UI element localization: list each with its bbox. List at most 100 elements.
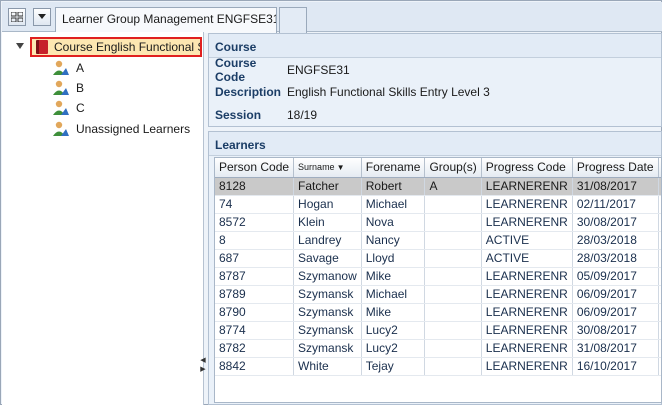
table-cell[interactable]: 06/09/2017 — [572, 303, 659, 322]
table-cell[interactable] — [424, 213, 482, 232]
column-header-groups[interactable]: Group(s) — [424, 158, 482, 178]
tree-item-group-c[interactable]: C — [52, 98, 85, 118]
table-cell[interactable] — [424, 303, 482, 322]
table-cell[interactable]: White — [293, 357, 362, 376]
table-cell[interactable]: Mike — [361, 303, 426, 322]
table-cell[interactable]: Savage — [293, 249, 362, 268]
table-cell[interactable]: Michael — [361, 195, 426, 214]
table-cell[interactable]: Lloyd — [361, 249, 426, 268]
table-cell[interactable]: 8787 — [215, 267, 295, 286]
column-header-person-code[interactable]: Person Code — [215, 158, 295, 178]
table-cell[interactable]: Robert — [361, 177, 426, 196]
table-cell[interactable]: 30/08/2017 — [572, 213, 659, 232]
table-cell[interactable]: 28/03/2018 — [572, 249, 659, 268]
table-cell-filler — [658, 339, 661, 358]
table-cell[interactable]: 06/09/2017 — [572, 285, 659, 304]
tab-empty[interactable] — [279, 7, 307, 33]
table-cell[interactable]: 31/08/2017 — [572, 339, 659, 358]
table-cell[interactable]: 8774 — [215, 321, 295, 340]
column-header-progress-date[interactable]: Progress Date — [572, 158, 659, 178]
table-cell-filler — [658, 357, 661, 376]
column-header-forename[interactable]: Forename — [361, 158, 426, 178]
table-cell[interactable]: Szymansk — [293, 321, 362, 340]
table-cell[interactable]: ACTIVE — [481, 249, 573, 268]
table-row[interactable]: 8782 Szymansk Lucy2 LEARNERENR 31/08/2017 — [215, 339, 661, 358]
table-cell[interactable]: Lucy2 — [361, 321, 426, 340]
table-row[interactable]: 8842 White Tejay LEARNERENR 16/10/2017 — [215, 357, 661, 376]
table-cell[interactable]: 05/09/2017 — [572, 267, 659, 286]
table-cell[interactable]: LEARNERENR — [481, 303, 573, 322]
table-row[interactable]: 8789 Szymansk Michael LEARNERENR 06/09/2017 — [215, 285, 661, 304]
table-cell[interactable]: LEARNERENR — [481, 339, 573, 358]
table-cell[interactable] — [424, 195, 482, 214]
table-row[interactable]: 8 Landrey Nancy ACTIVE 28/03/2018 — [215, 231, 661, 250]
table-cell[interactable]: LEARNERENR — [481, 321, 573, 340]
table-cell[interactable]: 31/08/2017 — [572, 177, 659, 196]
column-header-surname[interactable]: Surname ▼ — [293, 158, 362, 178]
table-cell[interactable] — [424, 267, 482, 286]
table-cell[interactable]: Mike — [361, 267, 426, 286]
table-cell[interactable]: Fatcher — [293, 177, 362, 196]
table-cell[interactable]: 687 — [215, 249, 295, 268]
table-cell[interactable]: Michael — [361, 285, 426, 304]
column-header-progress-code[interactable]: Progress Code — [481, 158, 573, 178]
table-cell[interactable]: Nancy — [361, 231, 426, 250]
table-cell[interactable]: A — [424, 177, 482, 196]
table-cell[interactable]: 74 — [215, 195, 295, 214]
table-row[interactable]: 8787 Szymanow Mike LEARNERENR 05/09/2017 — [215, 267, 661, 286]
table-cell[interactable]: Klein — [293, 213, 362, 232]
table-cell[interactable]: 8790 — [215, 303, 295, 322]
table-row[interactable]: 8572 Klein Nova LEARNERENR 30/08/2017 — [215, 213, 661, 232]
table-cell[interactable]: LEARNERENR — [481, 357, 573, 376]
table-cell[interactable]: Landrey — [293, 231, 362, 250]
table-cell[interactable]: Szymansk — [293, 285, 362, 304]
tab-learner-group-management[interactable]: Learner Group Management ENGFSE31 — [55, 7, 277, 33]
table-cell[interactable]: 8572 — [215, 213, 295, 232]
tab-dropdown-button[interactable] — [33, 8, 51, 26]
table-cell[interactable]: Lucy2 — [361, 339, 426, 358]
table-cell-filler — [658, 285, 661, 304]
table-cell[interactable]: LEARNERENR — [481, 213, 573, 232]
description-row: Description English Functional Skills En… — [215, 82, 490, 102]
collapse-left-icon[interactable]: ◀ — [199, 356, 207, 365]
table-cell[interactable]: LEARNERENR — [481, 285, 573, 304]
table-cell[interactable] — [424, 339, 482, 358]
table-cell[interactable] — [424, 285, 482, 304]
table-row[interactable]: 8128 Fatcher Robert A LEARNERENR 31/08/2017 — [215, 177, 661, 196]
table-row[interactable]: 8774 Szymansk Lucy2 LEARNERENR 30/08/2017 — [215, 321, 661, 340]
tree-root-course[interactable]: Course English Functional S — [30, 37, 202, 57]
table-cell[interactable]: 8789 — [215, 285, 295, 304]
grid-menu-button[interactable] — [8, 8, 26, 26]
tree-item-unassigned-learners[interactable]: Unassigned Learners — [52, 119, 190, 139]
table-cell[interactable] — [424, 357, 482, 376]
expand-arrow-icon[interactable] — [16, 43, 24, 49]
table-cell[interactable]: Tejay — [361, 357, 426, 376]
table-cell[interactable]: Hogan — [293, 195, 362, 214]
table-cell[interactable] — [424, 321, 482, 340]
table-cell[interactable]: 28/03/2018 — [572, 231, 659, 250]
table-cell[interactable] — [424, 249, 482, 268]
table-row[interactable]: 8790 Szymansk Mike LEARNERENR 06/09/2017 — [215, 303, 661, 322]
tree-item-group-b[interactable]: B — [52, 78, 84, 98]
table-cell[interactable]: 8 — [215, 231, 295, 250]
table-cell[interactable] — [424, 231, 482, 250]
tree-item-group-a[interactable]: A — [52, 58, 84, 78]
table-cell[interactable]: Szymansk — [293, 339, 362, 358]
table-cell[interactable]: Nova — [361, 213, 426, 232]
table-cell[interactable]: ACTIVE — [481, 231, 573, 250]
panel-splitter[interactable]: ◀ ▶ — [199, 356, 207, 376]
table-cell[interactable]: Szymansk — [293, 303, 362, 322]
table-cell[interactable]: 02/11/2017 — [572, 195, 659, 214]
table-cell[interactable]: 30/08/2017 — [572, 321, 659, 340]
table-row[interactable]: 687 Savage Lloyd ACTIVE 28/03/2018 — [215, 249, 661, 268]
table-cell[interactable]: 8782 — [215, 339, 295, 358]
table-cell[interactable]: 8128 — [215, 177, 295, 196]
table-cell[interactable]: LEARNERENR — [481, 195, 573, 214]
table-cell[interactable]: Szymanow — [293, 267, 362, 286]
table-cell[interactable]: LEARNERENR — [481, 267, 573, 286]
table-cell[interactable]: LEARNERENR — [481, 177, 573, 196]
table-cell[interactable]: 8842 — [215, 357, 295, 376]
table-cell[interactable]: 16/10/2017 — [572, 357, 659, 376]
table-row[interactable]: 74 Hogan Michael LEARNERENR 02/11/2017 — [215, 195, 661, 214]
expand-right-icon[interactable]: ▶ — [199, 365, 207, 374]
